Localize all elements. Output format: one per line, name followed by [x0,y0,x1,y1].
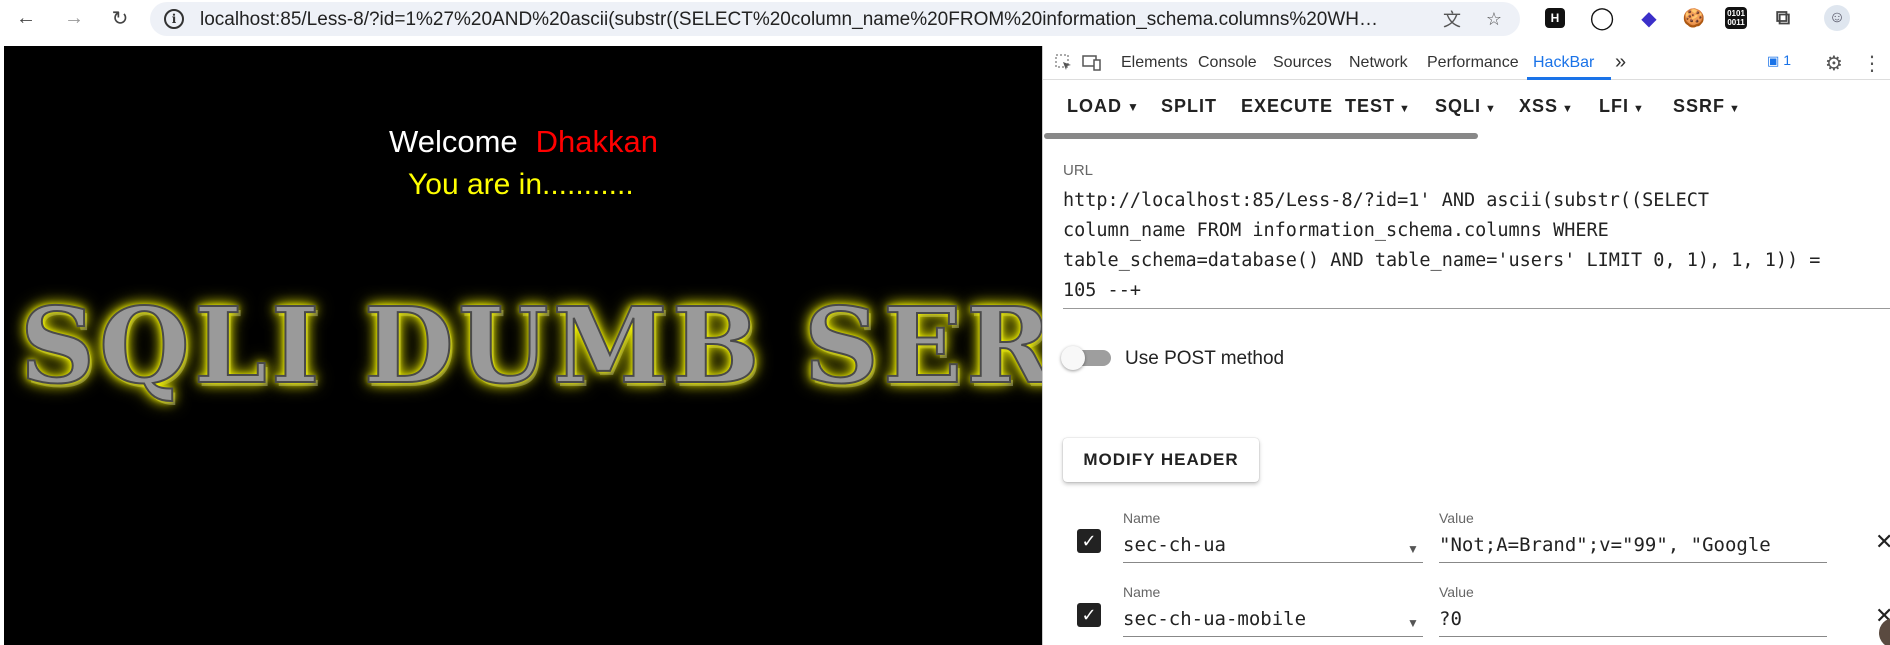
web-page-viewport: Welcome Dhakkan You are in........... SQL… [4,46,1042,645]
cookie-extension-icon[interactable]: 🍪 [1681,5,1707,31]
lfi-menu-button[interactable]: LFI ▼ [1599,96,1645,117]
issues-count: 1 [1783,52,1791,68]
bookmark-star-icon[interactable]: ☆ [1482,7,1506,31]
post-method-label: Use POST method [1125,348,1285,369]
header-value-input[interactable]: ?0 [1439,608,1827,630]
browser-toolbar: ← → ↻ i localhost:85/Less-8/?id=1%27%20A… [0,0,1890,37]
chevron-down-icon: ▼ [1399,103,1411,115]
header-value-underline [1439,636,1827,637]
load-button[interactable]: LOAD [1067,96,1122,117]
header-name-underline [1123,636,1423,637]
back-icon[interactable]: ← [12,4,40,32]
inspect-element-icon[interactable] [1053,52,1075,74]
circle-extension-icon[interactable]: ◯ [1589,5,1615,31]
ssrf-menu-button[interactable]: SSRF ▼ [1673,96,1741,117]
url-textarea[interactable]: http://localhost:85/Less-8/?id=1' AND as… [1063,186,1890,306]
chevron-down-icon: ▼ [1562,103,1574,115]
user-name: Dhakkan [535,124,658,159]
tab-hackbar[interactable]: HackBar [1533,54,1594,72]
header-name-input[interactable]: sec-ch-ua-mobile [1123,608,1383,630]
forward-icon[interactable]: → [60,4,88,32]
active-tab-indicator [1527,77,1611,80]
address-bar[interactable]: i localhost:85/Less-8/?id=1%27%20AND%20a… [150,2,1520,36]
issues-chat-icon: ▣ [1767,53,1780,68]
welcome-line: Welcome Dhakkan [4,124,1042,160]
chevron-down-icon: ▼ [1633,103,1645,115]
issues-badge[interactable]: ▣ 1 [1767,52,1791,69]
header-row: ✓ Name sec-ch-ua ▼ Value "Not;A=Brand";v… [1043,502,1890,564]
translate-icon[interactable]: 文 [1440,7,1464,31]
reload-icon[interactable]: ↻ [106,4,134,32]
split-button[interactable]: SPLIT [1161,96,1217,117]
welcome-text: Welcome [389,124,518,159]
header-name-dropdown-icon[interactable]: ▼ [1407,542,1419,556]
profile-avatar-icon[interactable]: ☺ [1824,5,1850,31]
test-label: TEST [1345,96,1396,116]
device-toolbar-icon[interactable] [1081,52,1103,74]
header-value-underline [1439,562,1827,563]
sqli-label: SQLI [1435,96,1482,116]
header-name-input[interactable]: sec-ch-ua [1123,534,1383,556]
header-name-label: Name [1123,510,1161,526]
devtools-tabbar: Elements Console Sources Network Perform… [1043,46,1890,80]
tab-network[interactable]: Network [1349,54,1408,72]
header-name-underline [1123,562,1423,563]
url-field-underline [1063,308,1890,309]
sqli-menu-button[interactable]: SQLI ▼ [1435,96,1497,117]
remove-header-close-icon[interactable]: ✕ [1875,529,1890,555]
hackbar-extension-icon[interactable]: H [1545,8,1565,28]
more-tabs-icon[interactable]: » [1615,51,1626,74]
lfi-label: LFI [1599,96,1629,116]
ssrf-label: SSRF [1673,96,1726,116]
header-row: ✓ Name sec-ch-ua-mobile ▼ Value ?0 ✕ [1043,576,1890,638]
tab-sources[interactable]: Sources [1273,54,1332,72]
header-value-label: Value [1439,510,1474,526]
tab-elements[interactable]: Elements [1121,54,1188,72]
execute-button[interactable]: EXECUTE [1241,96,1333,117]
tab-console[interactable]: Console [1198,54,1257,72]
devtools-panel: Elements Console Sources Network Perform… [1042,46,1890,645]
post-method-toggle-knob[interactable] [1061,346,1085,370]
status-message: You are in........... [408,168,634,201]
test-menu-button[interactable]: TEST ▼ [1345,96,1411,117]
tab-performance[interactable]: Performance [1427,54,1519,72]
devtools-menu-icon[interactable]: ⋮ [1861,52,1883,75]
header-name-label: Name [1123,584,1161,600]
diamond-extension-icon[interactable]: ◆ [1636,5,1662,31]
chevron-down-icon: ▼ [1729,103,1741,115]
header-value-input[interactable]: "Not;A=Brand";v="99", "Google [1439,534,1827,556]
header-value-label: Value [1439,584,1474,600]
load-dropdown-caret-icon[interactable]: ▼ [1127,100,1140,114]
header-enabled-checkbox[interactable]: ✓ [1077,603,1101,627]
extensions-puzzle-icon[interactable]: ⧉ [1770,5,1796,31]
sqli-banner-logo: SQLI DUMB SERIES [19,283,1042,408]
header-name-dropdown-icon[interactable]: ▼ [1407,616,1419,630]
modify-header-button[interactable]: MODIFY HEADER [1063,438,1259,482]
chevron-down-icon: ▼ [1485,103,1497,115]
binary-extension-icon[interactable]: 0101 0011 [1725,7,1747,29]
url-field-label: URL [1063,162,1094,179]
xss-label: XSS [1519,96,1559,116]
site-info-icon[interactable]: i [164,9,184,29]
header-enabled-checkbox[interactable]: ✓ [1077,529,1101,553]
address-bar-url[interactable]: localhost:85/Less-8/?id=1%27%20AND%20asc… [200,9,1380,31]
xss-menu-button[interactable]: XSS ▼ [1519,96,1574,117]
toolbar-scrollbar[interactable] [1044,133,1478,139]
hackbar-toolbar: LOAD ▼ SPLIT EXECUTE TEST ▼ SQLI ▼ XSS ▼ LF… [1043,84,1890,128]
settings-gear-icon[interactable]: ⚙ [1823,52,1845,75]
